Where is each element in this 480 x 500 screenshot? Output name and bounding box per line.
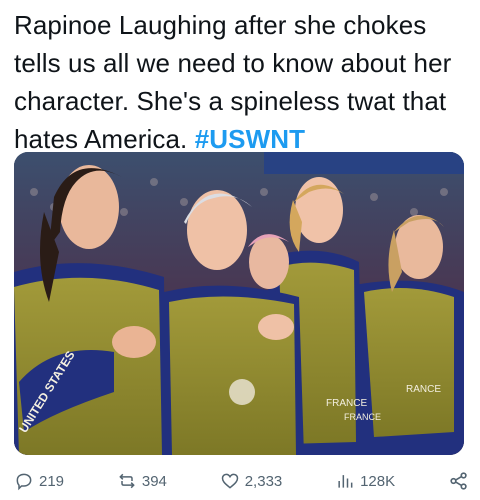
svg-text:FRANCE: FRANCE — [344, 412, 381, 422]
tweet-text: Rapinoe Laughing after she chokes tells … — [14, 6, 470, 158]
retweet-button[interactable]: 394 — [117, 471, 167, 491]
share-button[interactable] — [448, 470, 470, 492]
like-button[interactable]: 2,333 — [220, 471, 283, 491]
like-count: 2,333 — [244, 472, 283, 490]
retweet-count: 394 — [141, 472, 167, 490]
players-anthem-photo: RANCE FRANCE UNITED STATES FRANCE — [14, 152, 464, 455]
hashtag-link[interactable]: #USWNT — [195, 124, 305, 154]
tweet-photo[interactable]: RANCE FRANCE UNITED STATES FRANCE — [14, 152, 464, 455]
reply-icon — [16, 473, 32, 491]
like-icon — [221, 473, 238, 489]
reply-button[interactable]: 219 — [14, 471, 64, 491]
retweet-icon — [119, 473, 135, 489]
reply-count: 219 — [39, 472, 65, 490]
svg-text:FRANCE: FRANCE — [326, 398, 367, 409]
views-icon — [338, 475, 353, 488]
views-button[interactable]: 128K — [335, 471, 395, 491]
views-count: 128K — [360, 472, 396, 490]
share-icon — [450, 472, 467, 490]
tweet-actions: 219 394 2,333 128K — [14, 468, 470, 494]
svg-text:RANCE: RANCE — [406, 384, 441, 395]
